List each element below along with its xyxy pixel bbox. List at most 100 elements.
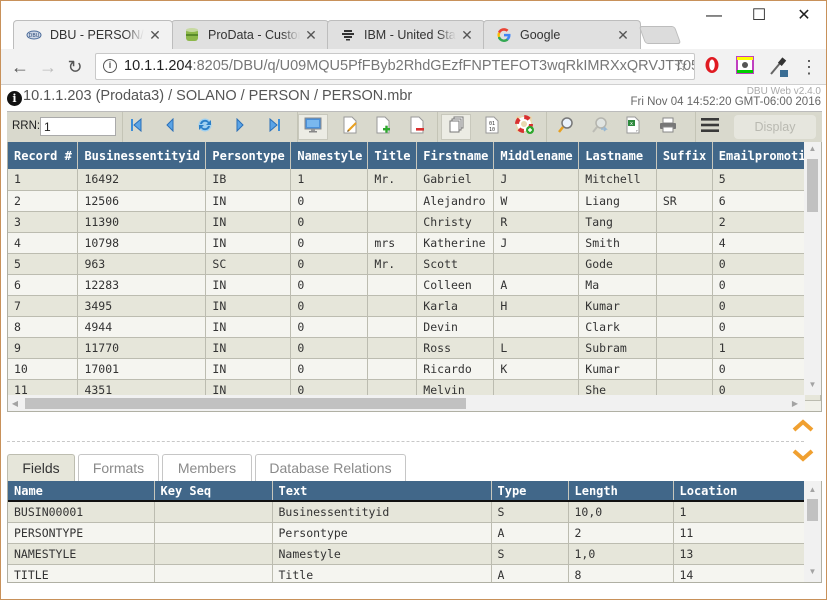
- table-cell[interactable]: H: [493, 295, 580, 317]
- table-cell[interactable]: [656, 253, 713, 275]
- eyedropper-icon[interactable]: [767, 56, 789, 78]
- table-cell[interactable]: Tang: [578, 211, 657, 233]
- table-cell[interactable]: 8: [8, 316, 79, 338]
- column-header[interactable]: Record #: [8, 142, 79, 169]
- menu-button[interactable]: [695, 114, 725, 140]
- table-cell[interactable]: [493, 316, 580, 338]
- column-header[interactable]: Text: [272, 481, 492, 502]
- scroll-thumb[interactable]: [807, 159, 818, 212]
- table-cell[interactable]: Ross: [416, 337, 495, 359]
- display-button[interactable]: Display: [734, 115, 816, 139]
- table-cell[interactable]: 1: [290, 169, 369, 191]
- table-cell[interactable]: 17001: [77, 358, 207, 380]
- table-cell[interactable]: 12506: [77, 190, 207, 212]
- record-row[interactable]: 5 963 SC 0 Mr. Scott Gode 0: [8, 253, 821, 275]
- table-cell[interactable]: Ricardo: [416, 358, 495, 380]
- collapse-up-icon[interactable]: [791, 418, 815, 434]
- table-cell[interactable]: [656, 211, 713, 233]
- table-cell[interactable]: NAMESTYLE: [8, 543, 155, 565]
- table-cell[interactable]: IN: [205, 295, 292, 317]
- table-cell[interactable]: 4944: [77, 316, 207, 338]
- table-cell[interactable]: J: [493, 232, 580, 254]
- column-header[interactable]: Location: [673, 481, 806, 502]
- column-header[interactable]: Namestyle: [290, 142, 369, 169]
- column-header[interactable]: Middlename: [493, 142, 580, 169]
- table-cell[interactable]: [656, 232, 713, 254]
- table-cell[interactable]: 0: [290, 337, 369, 359]
- table-cell[interactable]: Kumar: [578, 358, 657, 380]
- back-button[interactable]: ←: [9, 56, 31, 78]
- move-arrows-icon[interactable]: [734, 56, 756, 78]
- find-button[interactable]: [551, 114, 581, 140]
- refresh-button[interactable]: [190, 114, 220, 140]
- record-row[interactable]: 6 12283 IN 0 Colleen A Ma 0: [8, 274, 821, 296]
- edit-record-button[interactable]: [335, 114, 365, 140]
- table-cell[interactable]: IB: [205, 169, 292, 191]
- column-header[interactable]: Lastname: [578, 142, 657, 169]
- table-cell[interactable]: BUSIN00001: [8, 501, 155, 523]
- field-row[interactable]: PERSONTYPE Persontype A 2 11: [8, 522, 806, 544]
- print-button[interactable]: [653, 114, 683, 140]
- table-cell[interactable]: 1: [8, 169, 79, 191]
- table-cell[interactable]: IN: [205, 232, 292, 254]
- minimize-button[interactable]: —: [691, 5, 737, 27]
- table-cell[interactable]: [367, 211, 418, 233]
- table-cell[interactable]: [656, 274, 713, 296]
- table-cell[interactable]: Kumar: [578, 295, 657, 317]
- record-row[interactable]: 2 12506 IN 0 Alejandro W Liang SR 6: [8, 190, 821, 212]
- column-header[interactable]: Name: [8, 481, 155, 502]
- table-cell[interactable]: 0: [290, 232, 369, 254]
- column-header[interactable]: Type: [491, 481, 569, 502]
- bookmark-star-icon[interactable]: ☆: [674, 54, 688, 79]
- scroll-down-arrow[interactable]: ▼: [804, 378, 821, 392]
- table-cell[interactable]: 12283: [77, 274, 207, 296]
- table-cell[interactable]: Katherine: [416, 232, 495, 254]
- table-cell[interactable]: Alejandro: [416, 190, 495, 212]
- table-cell[interactable]: A: [491, 564, 569, 582]
- table-cell[interactable]: Mr.: [367, 169, 418, 191]
- table-cell[interactable]: 10798: [77, 232, 207, 254]
- table-cell[interactable]: [367, 295, 418, 317]
- help-button[interactable]: [510, 114, 540, 140]
- chrome-menu-icon[interactable]: ⋮: [798, 56, 820, 78]
- records-horizontal-scrollbar[interactable]: ◀ ▶: [8, 395, 805, 411]
- table-cell[interactable]: S: [491, 543, 569, 565]
- table-cell[interactable]: A: [493, 274, 580, 296]
- tab-members[interactable]: Members: [162, 454, 252, 481]
- column-header[interactable]: Length: [568, 481, 674, 502]
- table-cell[interactable]: Karla: [416, 295, 495, 317]
- table-cell[interactable]: 16492: [77, 169, 207, 191]
- table-cell[interactable]: [656, 169, 713, 191]
- table-cell[interactable]: Mitchell: [578, 169, 657, 191]
- tab-fields[interactable]: Fields: [7, 454, 75, 482]
- scroll-left-arrow[interactable]: ◀: [8, 395, 22, 411]
- close-tab-icon[interactable]: ✕: [616, 27, 630, 44]
- table-cell[interactable]: 7: [8, 295, 79, 317]
- table-cell[interactable]: IN: [205, 358, 292, 380]
- table-cell[interactable]: IN: [205, 190, 292, 212]
- table-cell[interactable]: 3: [8, 211, 79, 233]
- opera-icon[interactable]: [701, 56, 723, 78]
- browser-tab-google[interactable]: Google ✕: [483, 20, 641, 49]
- new-tab-button[interactable]: [638, 26, 682, 44]
- table-cell[interactable]: Ma: [578, 274, 657, 296]
- table-cell[interactable]: [493, 253, 580, 275]
- add-record-button[interactable]: [368, 114, 398, 140]
- table-cell[interactable]: SC: [205, 253, 292, 275]
- scroll-thumb[interactable]: [25, 398, 466, 409]
- table-cell[interactable]: 0: [290, 358, 369, 380]
- table-cell[interactable]: Persontype: [272, 522, 492, 544]
- table-cell[interactable]: [367, 190, 418, 212]
- table-cell[interactable]: 1,0: [568, 543, 674, 565]
- field-row[interactable]: BUSIN00001 Businessentityid S 10,0 1: [8, 501, 806, 523]
- table-cell[interactable]: Gabriel: [416, 169, 495, 191]
- field-row[interactable]: NAMESTYLE Namestyle S 1,0 13: [8, 543, 806, 565]
- close-tab-icon[interactable]: ✕: [148, 27, 162, 44]
- table-cell[interactable]: 0: [290, 190, 369, 212]
- expand-down-icon[interactable]: [791, 447, 815, 463]
- table-cell[interactable]: L: [493, 337, 580, 359]
- table-cell[interactable]: 8: [568, 564, 674, 582]
- previous-record-button[interactable]: [155, 114, 185, 140]
- panel-splitter[interactable]: [7, 441, 804, 442]
- table-cell[interactable]: [154, 543, 273, 565]
